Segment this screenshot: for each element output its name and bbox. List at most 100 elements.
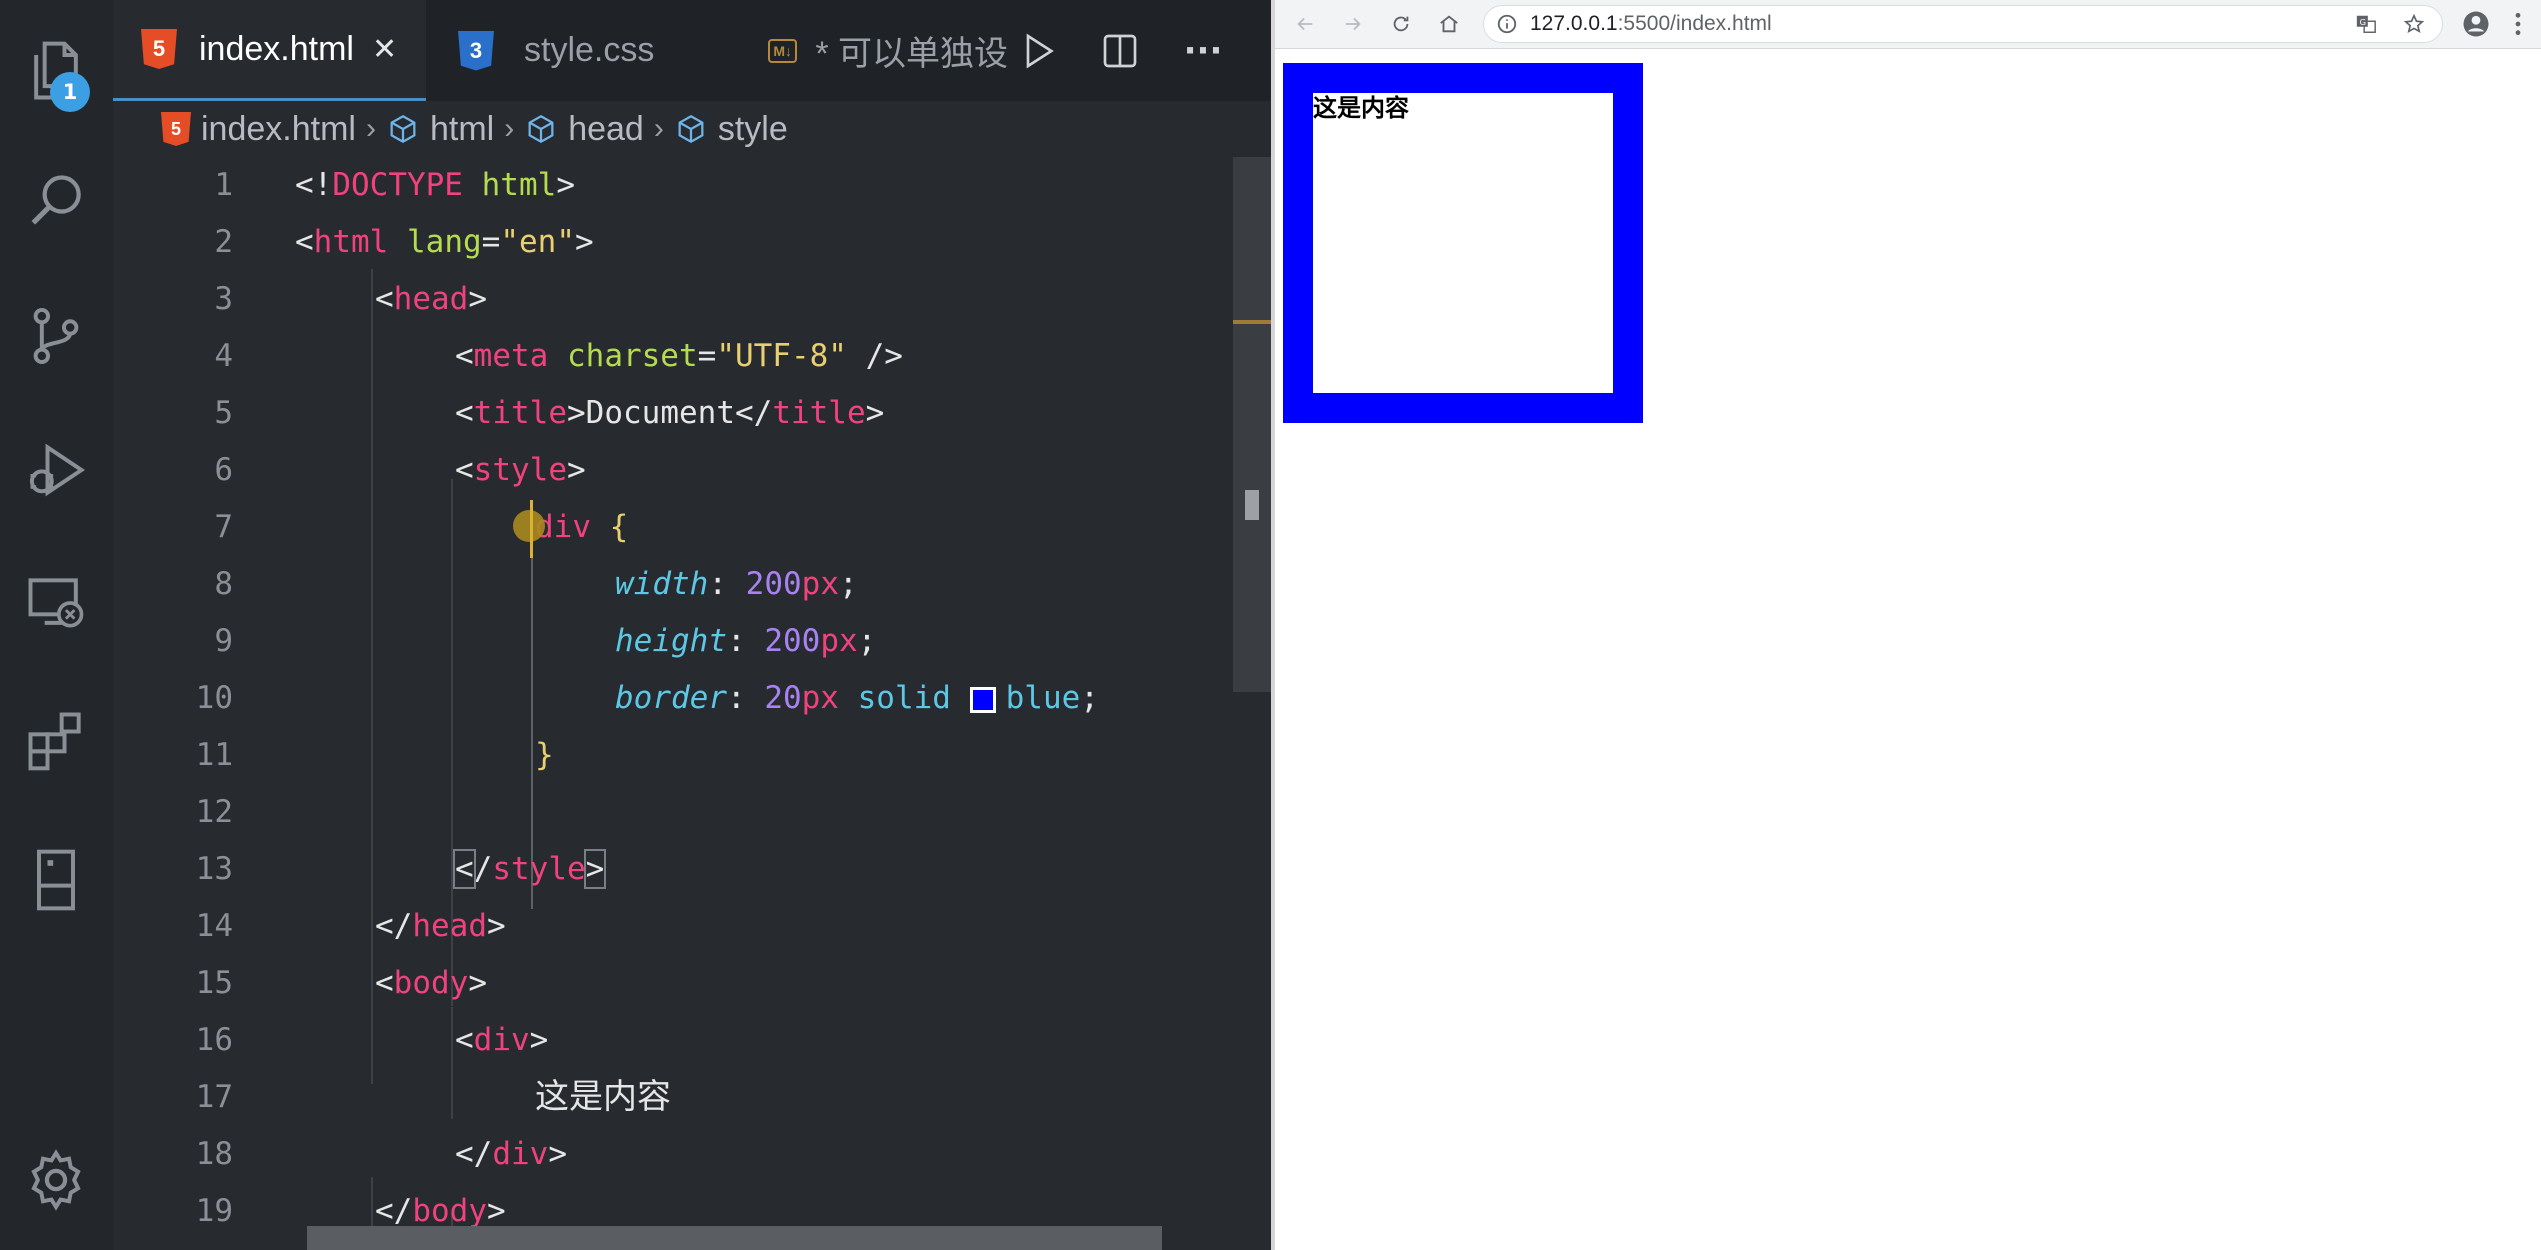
- code-line: <head>: [375, 281, 487, 317]
- code-line: <title>Document</title>: [455, 395, 885, 431]
- code-line: </head>: [375, 908, 506, 944]
- line-number: 1: [214, 167, 233, 203]
- text-caret: [530, 500, 533, 558]
- rendered-div-box: 这是内容: [1283, 63, 1643, 423]
- tab-markdown[interactable]: M↓ * 可以单独设: [738, 0, 1008, 101]
- line-number: 3: [214, 281, 233, 317]
- device-button[interactable]: [16, 840, 96, 920]
- code-line: </div>: [455, 1136, 567, 1172]
- line-number: 11: [195, 737, 233, 773]
- line-number: 13: [195, 851, 233, 887]
- gear-icon: [31, 1149, 81, 1211]
- reload-icon: [1393, 16, 1409, 32]
- extensions-icon: [28, 712, 81, 771]
- horizontal-scrollbar[interactable]: [307, 1226, 1162, 1250]
- breadcrumb-item[interactable]: index.html: [201, 110, 356, 149]
- line-number: 15: [195, 965, 233, 1001]
- star-icon[interactable]: [2400, 10, 2428, 38]
- cube-icon: [528, 114, 554, 144]
- line-number: 5: [214, 395, 233, 431]
- html5-icon: 5: [161, 112, 191, 146]
- arrow-left-icon: [1297, 17, 1313, 31]
- address-bar[interactable]: 127.0.0.1:5500/index.html G: [1483, 5, 2443, 43]
- code-line: <div>: [455, 1022, 549, 1058]
- extensions-button[interactable]: [16, 700, 96, 780]
- cube-icon: [390, 114, 416, 144]
- menu-button[interactable]: [2500, 6, 2536, 42]
- code-line: </style>: [453, 849, 607, 889]
- line-number: 9: [214, 623, 233, 659]
- source-control-icon: [33, 307, 79, 365]
- info-icon[interactable]: [1496, 13, 1518, 35]
- code-line: <body>: [375, 965, 487, 1001]
- line-number: 16: [195, 1022, 233, 1058]
- line-number: 19: [195, 1193, 233, 1229]
- forward-button[interactable]: [1335, 6, 1371, 42]
- tab-label: index.html: [199, 29, 354, 68]
- browser-window: 127.0.0.1:5500/index.html G 这是内容: [1275, 0, 2541, 1250]
- account-icon: [2463, 11, 2489, 37]
- chevron-right-icon: ›: [504, 112, 515, 145]
- line-number: 14: [195, 908, 233, 944]
- split-editor-button[interactable]: [1095, 26, 1145, 76]
- remote-explorer-button[interactable]: [16, 563, 96, 643]
- more-actions-icon[interactable]: ···: [1178, 26, 1228, 76]
- explorer-badge: 1: [50, 72, 90, 112]
- line-number: 8: [214, 566, 233, 602]
- markdown-icon: M↓: [768, 38, 798, 63]
- line-number: 10: [195, 680, 233, 716]
- remote-explorer-icon: [28, 578, 84, 628]
- cube-icon: [678, 114, 704, 144]
- html5-icon: 5: [141, 29, 177, 69]
- run-debug-button[interactable]: [16, 430, 96, 510]
- scrollbar-thumb[interactable]: [1245, 490, 1259, 520]
- code-line: <style>: [455, 452, 586, 488]
- code-line: div {: [535, 509, 629, 545]
- code-line: border: 20px solid blue;: [615, 680, 1099, 716]
- mouse-cursor: [513, 510, 545, 542]
- code-line: width: 200px;: [615, 566, 858, 602]
- chevron-right-icon: ›: [365, 112, 376, 145]
- line-number: 7: [214, 509, 233, 545]
- color-swatch[interactable]: [969, 686, 996, 713]
- tab-index-html[interactable]: 5 index.html ✕: [113, 0, 426, 101]
- run-button[interactable]: [1013, 26, 1063, 76]
- device-icon: [37, 849, 75, 911]
- code-line: height: 200px;: [615, 623, 877, 659]
- home-button[interactable]: [1431, 6, 1467, 42]
- rendered-div-text: 这是内容: [1313, 96, 1409, 122]
- close-icon[interactable]: ✕: [372, 32, 397, 67]
- play-icon: [1026, 33, 1054, 69]
- split-editor-icon: [1103, 34, 1137, 68]
- more-vertical-icon: [2515, 12, 2521, 36]
- line-number: 6: [214, 452, 233, 488]
- breadcrumb-item[interactable]: head: [568, 110, 644, 149]
- line-number: 17: [195, 1079, 233, 1115]
- tab-bar: 5 index.html ✕ 3 style.css M↓ * 可以单独设 ··…: [113, 0, 1271, 101]
- indent-guide: [371, 269, 373, 1084]
- tab-label: style.css: [524, 31, 655, 69]
- translate-icon[interactable]: G: [2352, 10, 2380, 38]
- code-line: <!DOCTYPE html>: [295, 167, 575, 203]
- url-text[interactable]: 127.0.0.1:5500/index.html: [1530, 12, 1772, 36]
- code-editor: 1 5 index.html ✕ 3 style.css M↓ * 可以单独设 …: [0, 0, 1271, 1250]
- vertical-scrollbar[interactable]: [1233, 157, 1271, 692]
- svg-text:G: G: [2360, 17, 2366, 27]
- search-button[interactable]: [16, 163, 96, 243]
- back-button[interactable]: [1287, 6, 1323, 42]
- css3-icon: 3: [458, 30, 494, 71]
- reload-button[interactable]: [1383, 6, 1419, 42]
- source-control-button[interactable]: [16, 296, 96, 376]
- home-icon: [1440, 15, 1458, 33]
- line-number: 2: [214, 224, 233, 260]
- breadcrumb-item[interactable]: style: [718, 110, 788, 149]
- profile-button[interactable]: [2458, 6, 2494, 42]
- search-icon: [31, 175, 81, 225]
- activity-bar: 1: [0, 0, 113, 1250]
- scrollbar-marker: [1233, 320, 1271, 324]
- line-number: 4: [214, 338, 233, 374]
- code-area[interactable]: 1 2 3 4 5 6 7 8 9 10 11 12 13 14 15 16 1…: [113, 157, 1233, 1250]
- settings-button[interactable]: [16, 1140, 96, 1220]
- tab-style-css[interactable]: 3 style.css: [426, 0, 709, 101]
- breadcrumb-item[interactable]: html: [430, 110, 494, 149]
